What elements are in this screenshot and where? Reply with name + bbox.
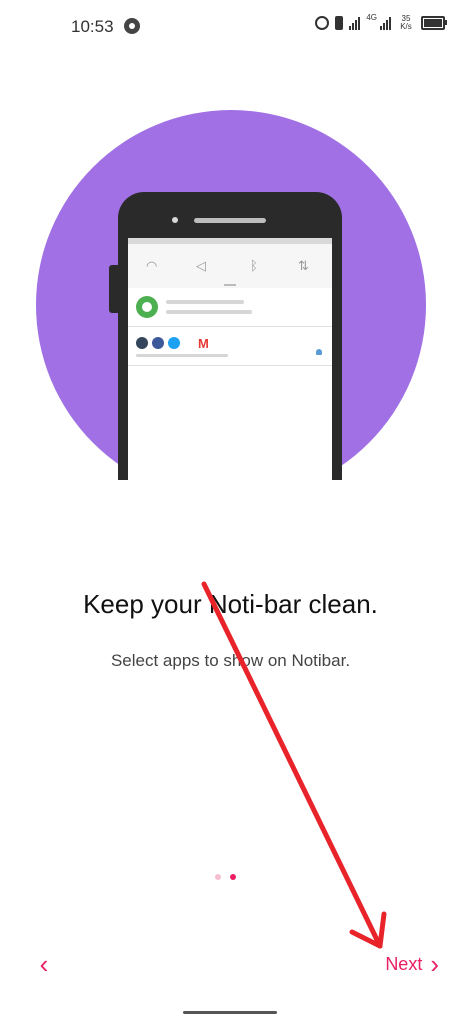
onboarding-illustration: ◠ ◁ ᛒ ⇅ M <box>0 0 461 520</box>
onboarding-title: Keep your Noti-bar clean. <box>83 589 378 619</box>
chevron-left-icon: ‹ <box>39 949 49 979</box>
home-indicator[interactable] <box>183 1011 277 1014</box>
next-button[interactable]: Next › <box>385 948 439 980</box>
page-dot-1 <box>215 874 221 880</box>
gmail-icon: M <box>198 336 209 351</box>
phone-screen: ◠ ◁ ᛒ ⇅ M <box>128 238 332 480</box>
facebook-icon <box>152 337 164 349</box>
annotation-arrow-head-left <box>349 929 383 949</box>
whatsapp-icon <box>136 296 158 318</box>
wifi-icon: ◠ <box>146 258 158 273</box>
drag-handle <box>224 284 236 286</box>
notification-line <box>136 354 228 357</box>
twitter-icon <box>168 337 180 349</box>
page-dot-2-active <box>230 874 236 880</box>
notification-whatsapp <box>128 288 332 327</box>
onboarding-subtitle: Select apps to show on Notibar. <box>110 651 351 670</box>
notification-social: M <box>128 327 332 366</box>
next-button-label: Next <box>385 953 423 974</box>
quick-settings-bar: ◠ ◁ ᛒ ⇅ <box>128 238 332 288</box>
phone-camera <box>172 217 178 223</box>
previous-button[interactable]: ‹ <box>28 948 60 980</box>
chevron-right-icon: › <box>430 949 439 979</box>
notification-line <box>166 300 244 304</box>
annotation-arrow-shaft <box>201 581 383 949</box>
notification-line <box>166 310 252 314</box>
bell-icon <box>316 349 322 355</box>
phone-illustration: ◠ ◁ ᛒ ⇅ M <box>118 192 342 480</box>
tumblr-icon <box>136 337 148 349</box>
page-indicator <box>215 874 236 880</box>
volume-icon: ◁ <box>196 258 206 273</box>
bluetooth-icon: ᛒ <box>250 258 258 273</box>
data-toggle-icon: ⇅ <box>298 258 309 273</box>
phone-speaker <box>194 218 266 223</box>
annotation-arrow-head-right <box>377 911 387 949</box>
